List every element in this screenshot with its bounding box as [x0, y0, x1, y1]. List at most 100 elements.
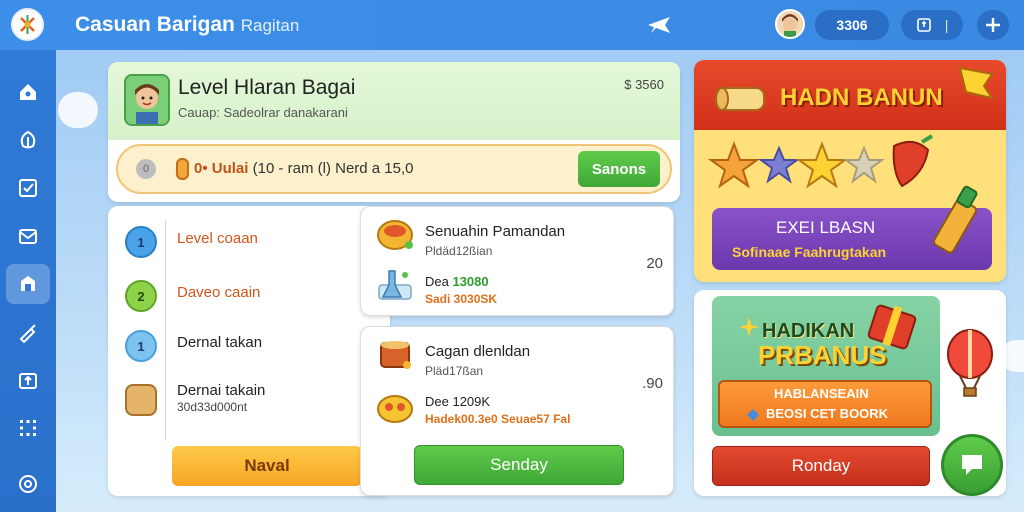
- sidebar-item-grid[interactable]: [6, 408, 50, 448]
- offer-bonus: Hadek00.3e0 Seuae57 Fal: [425, 412, 571, 426]
- list-item[interactable]: Dernai takain 30d33d000nt: [108, 378, 390, 422]
- offer-title: Senuahin Pamandan: [425, 223, 566, 240]
- level-coins: $ 3560: [624, 77, 664, 92]
- sparkle-icon: [739, 317, 759, 337]
- sidebar-item-badge[interactable]: [6, 464, 50, 504]
- offer-bonus: Sadi 3030SK: [425, 292, 498, 306]
- offer-card[interactable]: Senuahin Pamandan Pldäd12ßian 20 Dea 130…: [360, 206, 674, 316]
- offer-count: .90: [642, 375, 663, 392]
- shop-icon: [21, 276, 35, 291]
- badge-icon: [19, 475, 37, 493]
- sidebar-item-upload[interactable]: [6, 360, 50, 400]
- promo-banner: HADN BANUN: [694, 60, 1006, 130]
- hot-air-balloon-icon: [947, 329, 993, 397]
- scroll-icon: [715, 87, 765, 111]
- offer-price: Dea 13080: [425, 274, 489, 289]
- offer-subtitle: Pldäd12ßian: [425, 244, 493, 258]
- home-icon: [20, 84, 36, 100]
- step-badge-blue: 1: [125, 226, 157, 258]
- divider-icon: |: [944, 17, 949, 33]
- list-item-label: Daveo caain: [177, 284, 261, 301]
- diamond-icon: [747, 409, 759, 421]
- chat-button[interactable]: [941, 434, 1003, 496]
- promo-event-banner[interactable]: HADIKAN PRBANUS HABLANSEAIN BEOSI CET BO…: [712, 296, 940, 436]
- list-item-label: Level coaan: [177, 230, 258, 247]
- list-item-sublabel: 30d33d000nt: [177, 400, 248, 414]
- level-card: Level Hlaran Bagai Cauap: Sadeolrar dana…: [108, 62, 680, 202]
- drum-icon: [375, 337, 415, 373]
- progress-step-badge: 0: [136, 159, 156, 179]
- list-item[interactable]: 1 Dernal takan: [108, 324, 390, 368]
- player-avatar[interactable]: [124, 74, 170, 126]
- level-subtitle: Cauap: Sadeolrar danakarani: [178, 105, 348, 120]
- cloud-decoration: [58, 92, 98, 128]
- list-item[interactable]: 2 Daveo caain: [108, 274, 390, 318]
- send-button[interactable]: Senday: [414, 445, 624, 485]
- sidebar-item-mail[interactable]: [6, 216, 50, 256]
- level-title: Level Hlaran Bagai: [178, 76, 356, 99]
- offer-title: Cagan dlenldan: [425, 343, 531, 360]
- chat-bubble-icon: [962, 455, 982, 475]
- step-badge-green: 2: [125, 280, 157, 312]
- plus-icon: [986, 18, 1000, 32]
- list-item-label: Dernal takan: [177, 334, 263, 351]
- mail-icon: [19, 229, 37, 244]
- level-header: Level Hlaran Bagai Cauap: Sadeolrar dana…: [108, 62, 680, 140]
- crayon-icon: [932, 185, 978, 254]
- leaf-icon: [20, 130, 36, 149]
- ronday-button[interactable]: Ronday: [712, 446, 930, 486]
- offer-price-value: 1209K: [452, 394, 491, 409]
- airplane-icon[interactable]: [645, 11, 673, 39]
- promo-offer-subtitle: Sofinaae Faahrugtakan: [732, 244, 887, 260]
- offer-price-prefix: Dea: [425, 274, 453, 289]
- progress-label: 0• Uulai: [194, 160, 249, 177]
- logo-icon: [15, 12, 40, 37]
- gold-coin-icon: [375, 389, 415, 425]
- promo-reward-box[interactable]: HABLANSEAIN BEOSI CET BOORK: [718, 380, 932, 428]
- promo-offer-title: EXEI LBASN: [776, 218, 876, 237]
- promo-card-top[interactable]: HADN BANUN EXEI LBASN Sofinaae Faahrugta…: [694, 60, 1006, 282]
- progress-detail: (10 - ram (l) Nerd a 15,0: [252, 160, 414, 177]
- offer-subtitle: Pläd17ßan: [425, 364, 484, 378]
- app-title-sub: Ragitan: [240, 16, 300, 35]
- offer-price-prefix: Dee: [425, 394, 453, 409]
- sidebar-item-leaf[interactable]: [6, 120, 50, 160]
- menu-button[interactable]: [977, 10, 1009, 40]
- flag-icon: [958, 66, 995, 100]
- sidebar-item-home[interactable]: [6, 72, 50, 112]
- list-item[interactable]: 1 Level coaan: [108, 220, 390, 264]
- pot-icon: [375, 217, 415, 253]
- offer-price-value: 13080: [452, 274, 489, 289]
- promo-reward-subtitle: BEOSI CET BOORK: [766, 406, 889, 421]
- step-badge-lightblue: 1: [125, 330, 157, 362]
- promo-banner-title: HADN BANUN: [780, 84, 943, 111]
- gift-box-icon: [867, 304, 917, 350]
- naval-button[interactable]: Naval: [172, 446, 362, 486]
- sidebar-item-checklist[interactable]: [6, 168, 50, 208]
- save-button[interactable]: Sanons: [578, 151, 660, 187]
- app-title: Casuan Barigan Ragitan: [75, 13, 299, 37]
- sidebar-item-brush[interactable]: [6, 312, 50, 352]
- grid-icon: [20, 420, 36, 436]
- brush-icon: [19, 324, 36, 343]
- coin-balance[interactable]: 3306: [815, 10, 889, 40]
- promo-reward-title: HABLANSEAIN: [774, 386, 869, 401]
- top-bar: Casuan Barigan Ragitan 3306 |: [0, 0, 1024, 50]
- flask-icon: [375, 267, 415, 303]
- app-logo[interactable]: [11, 8, 44, 41]
- treasure-chest-icon: [125, 384, 157, 416]
- coin-icon: [176, 158, 189, 180]
- toolbar-pill[interactable]: |: [901, 10, 963, 40]
- user-avatar[interactable]: [775, 9, 805, 39]
- progress-bar: 0 0• Uulai (10 - ram (l) Nerd a 15,0 San…: [116, 144, 672, 194]
- sidebar: [0, 50, 56, 512]
- star-rating-icon: [707, 141, 886, 189]
- list-item-label: Dernai takain: [177, 382, 266, 399]
- task-list-card: 1 Level coaan 2 Daveo caain 1 Dernal tak…: [108, 206, 390, 496]
- inbox-icon[interactable]: [916, 17, 932, 33]
- progress-text: 0• Uulai (10 - ram (l) Nerd a 15,0: [194, 160, 414, 177]
- checklist-icon: [19, 179, 37, 197]
- offer-count: 20: [646, 255, 663, 272]
- sidebar-item-shop[interactable]: [6, 264, 50, 304]
- app-title-main: Casuan Barigan: [75, 13, 235, 36]
